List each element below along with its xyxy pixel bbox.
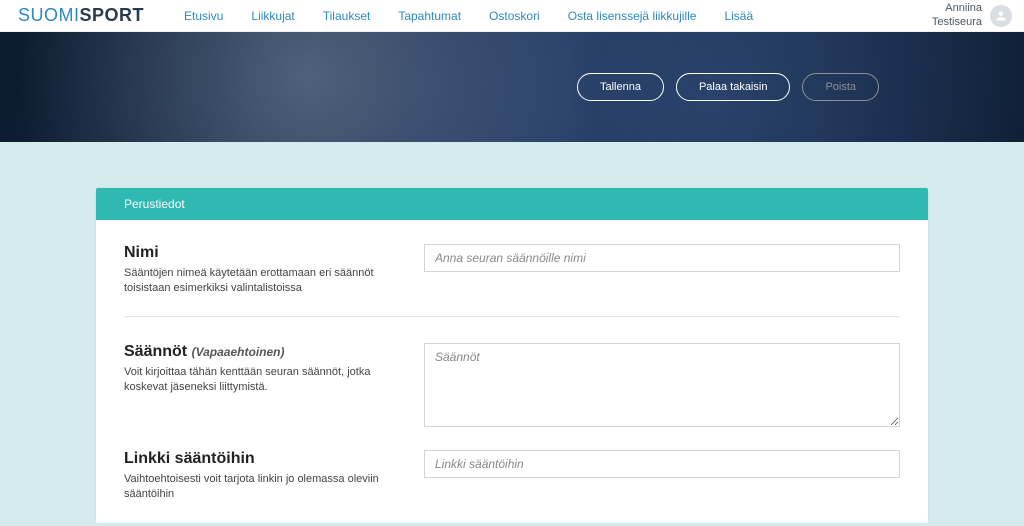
user-box[interactable]: Anniina Testiseura [932, 2, 1012, 28]
nav-ostoskori[interactable]: Ostoskori [489, 9, 540, 23]
logo-left: SUOMI [18, 5, 80, 26]
field-rules-optional: (Vapaaehtoinen) [192, 345, 285, 359]
name-input[interactable] [424, 244, 900, 272]
field-rules-help: Voit kirjoittaa tähän kenttään seuran sä… [124, 365, 404, 395]
user-text: Anniina Testiseura [932, 2, 982, 28]
rules-textarea[interactable] [424, 343, 900, 427]
nav-liikkujat[interactable]: Liikkujat [251, 9, 294, 23]
user-name: Anniina [932, 2, 982, 15]
field-link-input-wrap [424, 450, 900, 502]
form-card: Perustiedot Nimi Sääntöjen nimeä käytetä… [96, 188, 928, 523]
field-link-help: Vaihtoehtoisesti voit tarjota linkin jo … [124, 472, 404, 502]
logo[interactable]: SUOMISPORT [18, 5, 144, 26]
avatar-icon [990, 5, 1012, 27]
field-name-label: Nimi Sääntöjen nimeä käytetään erottamaa… [124, 244, 404, 296]
nav-tilaukset[interactable]: Tilaukset [323, 9, 371, 23]
save-button[interactable]: Tallenna [577, 73, 664, 101]
field-name-title: Nimi [124, 244, 404, 262]
hero-bar: Tallenna Palaa takaisin Poista [0, 32, 1024, 142]
logo-right: SPORT [80, 5, 145, 26]
field-name-help: Sääntöjen nimeä käytetään erottamaan eri… [124, 266, 404, 296]
field-link: Linkki sääntöihin Vaihtoehtoisesti voit … [124, 444, 900, 514]
main-nav: Etusivu Liikkujat Tilaukset Tapahtumat O… [184, 9, 753, 23]
nav-lisaa[interactable]: Lisää [724, 9, 753, 23]
field-link-title: Linkki sääntöihin [124, 450, 404, 468]
card-header: Perustiedot [96, 188, 928, 220]
link-input[interactable] [424, 450, 900, 478]
content: Perustiedot Nimi Sääntöjen nimeä käytetä… [0, 142, 1024, 523]
nav-lisenssit[interactable]: Osta lisenssejä liikkujille [568, 9, 697, 23]
user-org: Testiseura [932, 16, 982, 29]
nav-tapahtumat[interactable]: Tapahtumat [398, 9, 461, 23]
back-button[interactable]: Palaa takaisin [676, 73, 791, 101]
field-name: Nimi Sääntöjen nimeä käytetään erottamaa… [124, 238, 900, 317]
field-rules-label: Säännöt (Vapaaehtoinen) Voit kirjoittaa … [124, 343, 404, 432]
field-rules-title-text: Säännöt [124, 343, 187, 360]
delete-button: Poista [802, 73, 879, 101]
topbar: SUOMISPORT Etusivu Liikkujat Tilaukset T… [0, 0, 1024, 32]
field-name-input-wrap [424, 244, 900, 296]
nav-etusivu[interactable]: Etusivu [184, 9, 223, 23]
card-body: Nimi Sääntöjen nimeä käytetään erottamaa… [96, 220, 928, 523]
field-rules-input-wrap [424, 343, 900, 432]
field-link-label: Linkki sääntöihin Vaihtoehtoisesti voit … [124, 450, 404, 502]
field-rules: Säännöt (Vapaaehtoinen) Voit kirjoittaa … [124, 337, 900, 444]
field-rules-title: Säännöt (Vapaaehtoinen) [124, 343, 404, 361]
